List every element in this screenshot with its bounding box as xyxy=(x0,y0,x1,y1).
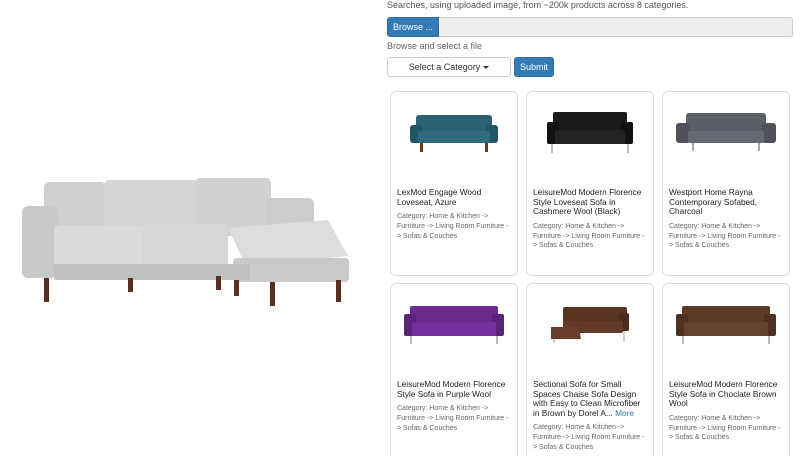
query-image-panel xyxy=(0,0,376,456)
browse-button[interactable]: Browse ... xyxy=(387,17,439,37)
product-card[interactable]: Westport Home Rayna Contemporary Sofabed… xyxy=(662,91,790,276)
product-card[interactable]: LeisureMod Modern Florence Style Sofa in… xyxy=(390,283,518,456)
product-category: Category: Home & Kitchen -> Furniture ->… xyxy=(397,405,509,432)
sectional-sofa-image xyxy=(527,284,653,366)
loveseat-image xyxy=(391,92,517,174)
category-dropdown-label: Select a Category xyxy=(408,62,481,72)
file-name-display[interactable] xyxy=(439,17,793,37)
product-category: Category: Home & Kitchen -> Furniture ->… xyxy=(669,222,781,250)
loveseat-image xyxy=(527,92,653,174)
product-title[interactable]: Westport Home Rayna Contemporary Sofabed… xyxy=(663,187,789,217)
product-card[interactable]: Sectional Sofa for Small Spaces Chaise S… xyxy=(526,283,654,456)
search-description: Searches, using uploaded image, from ~20… xyxy=(387,0,689,10)
product-title[interactable]: LeisureMod Modern Florence Style Sofa in… xyxy=(663,379,789,409)
file-upload-group: Browse ... xyxy=(387,17,793,37)
product-card[interactable]: LeisureMod Modern Florence Style Lovesea… xyxy=(526,91,654,276)
product-title[interactable]: Sectional Sofa for Small Spaces Chaise S… xyxy=(527,379,653,418)
sofa-image xyxy=(391,284,517,366)
submit-button[interactable]: Submit xyxy=(514,57,554,77)
product-category: Category: Home & Kitchen -> Furniture ->… xyxy=(669,414,781,442)
query-sofa-image xyxy=(22,178,349,306)
category-dropdown[interactable]: Select a Category xyxy=(387,57,511,77)
product-title[interactable]: LeisureMod Modern Florence Style Sofa in… xyxy=(391,379,517,399)
product-category: Category: Home & Kitchen -> Furniture ->… xyxy=(533,424,645,451)
product-title[interactable]: LeisureMod Modern Florence Style Lovesea… xyxy=(527,187,653,217)
caret-down-icon xyxy=(483,65,490,69)
sofa-image xyxy=(663,284,789,366)
product-card[interactable]: LeisureMod Modern Florence Style Sofa in… xyxy=(662,283,790,456)
more-link[interactable]: More xyxy=(615,408,634,418)
upload-helper-text: Browse and select a file xyxy=(387,41,483,51)
product-category: Category: Home & Kitchen -> Furniture ->… xyxy=(397,213,509,240)
sofabed-image xyxy=(663,92,789,174)
search-controls: Select a Category Submit xyxy=(387,57,554,77)
product-card[interactable]: LexMod Engage Wood Loveseat, Azure Categ… xyxy=(390,91,518,276)
product-category: Category: Home & Kitchen -> Furniture ->… xyxy=(533,222,645,250)
search-area: Searches, using uploaded image, from ~20… xyxy=(387,0,800,456)
product-title[interactable]: LexMod Engage Wood Loveseat, Azure xyxy=(391,187,517,207)
